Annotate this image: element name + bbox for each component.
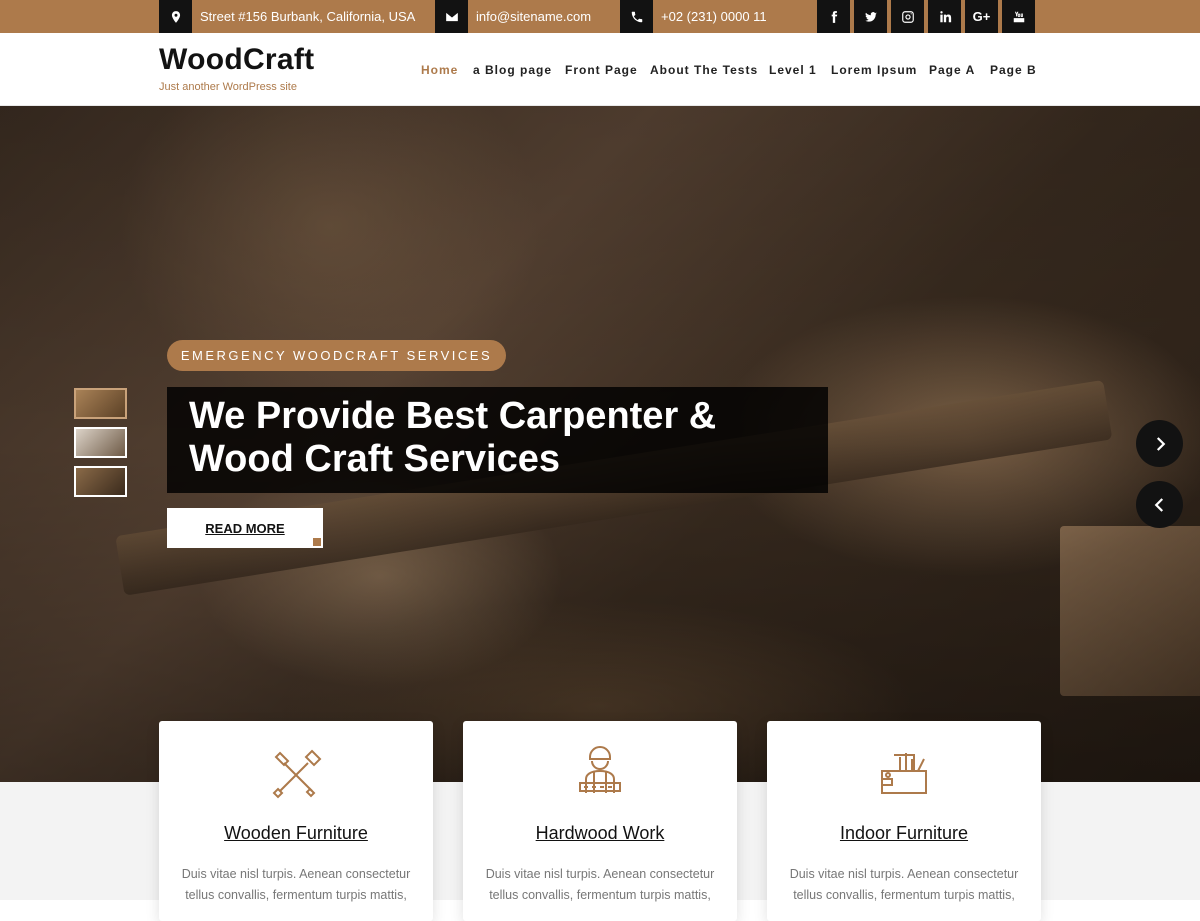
- nav-item-front-page[interactable]: Front Page: [565, 63, 638, 77]
- nav-item-level-1[interactable]: Level 1: [769, 63, 817, 77]
- hero-tag-badge: EMERGENCY WOODCRAFT SERVICES: [167, 340, 506, 371]
- tools-icon: [266, 745, 326, 801]
- toolbox-icon: [874, 745, 934, 801]
- address-item: Street #156 Burbank, California, USA: [159, 0, 415, 33]
- service-card: Indoor Furniture Duis vitae nisl turpis.…: [767, 721, 1041, 921]
- top-info-bar: Street #156 Burbank, California, USA inf…: [0, 0, 1200, 33]
- slider-thumbnail[interactable]: [74, 427, 127, 458]
- button-corner-accent: [313, 538, 321, 546]
- hero-heading: We Provide Best Carpenter & Wood Craft S…: [167, 387, 828, 493]
- slider-thumbnail[interactable]: [74, 466, 127, 497]
- hero-slider: EMERGENCY WOODCRAFT SERVICES We Provide …: [0, 106, 1200, 782]
- hero-title-line: We Provide Best Carpenter &: [189, 395, 717, 437]
- nav-item-page-b[interactable]: Page B: [990, 63, 1037, 77]
- service-title-link[interactable]: Indoor Furniture: [767, 823, 1041, 844]
- slider-prev-button[interactable]: [1136, 481, 1183, 528]
- twitter-icon[interactable]: [854, 0, 887, 33]
- chevron-left-icon: [1154, 497, 1163, 512]
- nav-item-about-the-tests[interactable]: About The Tests: [650, 63, 758, 77]
- email-link[interactable]: info@sitename.com: [468, 9, 591, 24]
- hero-title-line: Wood Craft Services: [189, 438, 560, 480]
- service-card: Wooden Furniture Duis vitae nisl turpis.…: [159, 721, 433, 921]
- facebook-icon[interactable]: [817, 0, 850, 33]
- linkedin-icon[interactable]: [928, 0, 961, 33]
- service-title-link[interactable]: Hardwood Work: [463, 823, 737, 844]
- map-pin-icon: [159, 0, 192, 33]
- nav-item-blog-page[interactable]: a Blog page: [473, 63, 552, 77]
- address-text: Street #156 Burbank, California, USA: [200, 9, 416, 24]
- instagram-icon[interactable]: [891, 0, 924, 33]
- main-nav: Home a Blog page Front Page About The Te…: [0, 33, 1200, 106]
- google-plus-icon[interactable]: G+: [965, 0, 998, 33]
- phone-text: +02 (231) 0000 11: [661, 9, 767, 24]
- slider-next-button[interactable]: [1136, 420, 1183, 467]
- phone-item: +02 (231) 0000 11: [620, 0, 767, 33]
- read-more-button[interactable]: READ MORE: [167, 508, 323, 548]
- nav-item-page-a[interactable]: Page A: [929, 63, 975, 77]
- site-header: WoodCraft Just another WordPress site Ho…: [0, 33, 1200, 106]
- envelope-icon: [435, 0, 468, 33]
- youtube-icon[interactable]: [1002, 0, 1035, 33]
- read-more-label: READ MORE: [205, 520, 285, 536]
- service-title-link[interactable]: Wooden Furniture: [159, 823, 433, 844]
- nav-item-lorem-ipsum[interactable]: Lorem Ipsum: [831, 63, 917, 77]
- worker-icon: [570, 745, 630, 801]
- chevron-right-icon: [1156, 436, 1165, 451]
- slider-thumbnails: [74, 388, 127, 505]
- phone-icon: [620, 0, 653, 33]
- service-card: Hardwood Work Duis vitae nisl turpis. Ae…: [463, 721, 737, 921]
- slider-thumbnail[interactable]: [74, 388, 127, 419]
- nav-item-home[interactable]: Home: [421, 63, 458, 77]
- email-item: info@sitename.com: [435, 0, 591, 33]
